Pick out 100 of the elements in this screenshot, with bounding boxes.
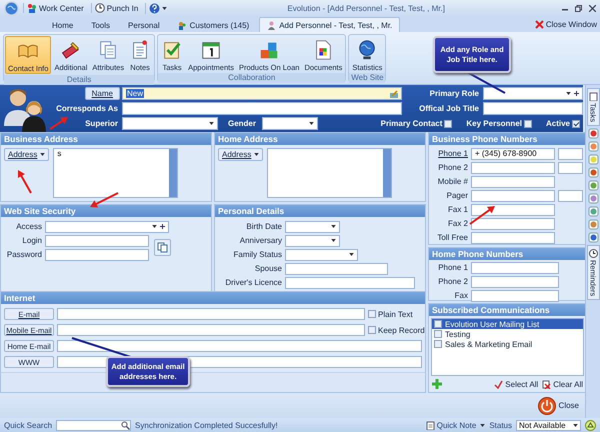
list-item[interactable]: Sales & Marketing Email [432, 339, 583, 349]
text-field[interactable] [45, 248, 149, 260]
phone-field[interactable] [471, 290, 559, 302]
extension-field[interactable] [558, 190, 583, 202]
address-type-dropdown[interactable]: Address [4, 148, 50, 161]
help-icon[interactable] [149, 2, 160, 14]
tool-icon[interactable] [588, 167, 598, 178]
search-icon [121, 420, 130, 430]
caret-icon [254, 153, 260, 156]
name-button[interactable]: Name [84, 87, 120, 100]
checkbox[interactable] [444, 120, 452, 128]
field-label: Fax 2 [446, 219, 468, 228]
tool-icon[interactable] [588, 180, 598, 192]
address-type-dropdown[interactable]: Address [218, 148, 264, 161]
phone-field[interactable] [471, 162, 555, 174]
status-dropdown[interactable]: Not Available [516, 420, 581, 430]
tab[interactable]: Personal [120, 17, 168, 32]
close-window-button[interactable]: Close Window [534, 20, 600, 28]
tool-icon[interactable] [588, 128, 598, 140]
tab[interactable]: Customers (145) [170, 17, 258, 32]
field-label: Birth Date [245, 222, 282, 231]
tool-icon[interactable] [588, 154, 598, 166]
caret-icon [162, 6, 168, 10]
date-field[interactable] [285, 234, 340, 246]
work-center-button[interactable]: Work Center [23, 3, 87, 13]
scrollbar[interactable] [169, 149, 178, 197]
text-field[interactable] [122, 102, 402, 115]
section-header: Subscribed Communications [429, 304, 585, 316]
dropdown[interactable] [262, 117, 318, 130]
tool-icon[interactable] [588, 232, 598, 244]
globe-icon[interactable] [4, 0, 19, 16]
add-icon[interactable] [432, 379, 442, 389]
text-field[interactable] [285, 276, 415, 288]
field-label: Toll Free [436, 233, 468, 242]
phone-field[interactable] [471, 190, 555, 202]
extension-field[interactable] [558, 162, 583, 174]
checkbox[interactable] [434, 340, 442, 348]
field-label: Spouse [254, 264, 282, 273]
caret-icon [480, 424, 486, 426]
extension-field[interactable] [558, 148, 583, 160]
search-field[interactable] [56, 420, 132, 430]
access-dropdown[interactable] [45, 220, 169, 232]
pages-icon [157, 242, 168, 253]
scrollbar[interactable] [383, 149, 392, 197]
notepad-icon [426, 420, 435, 430]
restore-icon[interactable] [575, 4, 582, 12]
field-label[interactable]: Phone 1 [432, 149, 468, 158]
phone-field[interactable] [471, 176, 555, 188]
field-label: Corresponds As [56, 104, 119, 113]
checkbox[interactable] [368, 326, 376, 334]
checkbox-label: Active [546, 119, 570, 128]
text-field[interactable] [57, 340, 422, 352]
name-field[interactable]: New [122, 87, 402, 100]
tab[interactable]: Home [44, 17, 82, 32]
checkbox[interactable] [368, 310, 376, 318]
checkbox[interactable] [524, 120, 532, 128]
close-icon[interactable] [589, 4, 596, 12]
tool-icon[interactable] [588, 206, 598, 218]
close-button[interactable]: Close [538, 396, 579, 414]
field-label: Anniversary [238, 236, 282, 245]
phone-field[interactable]: + (345) 678-8900 [471, 148, 555, 160]
tab[interactable]: Add Personnel - Test, Test, , Mr. [259, 17, 400, 32]
list-item[interactable]: Evolution User Mailing List [432, 319, 583, 329]
role-dropdown[interactable] [483, 87, 583, 100]
phone-field[interactable] [471, 276, 559, 288]
address-field[interactable]: s [53, 148, 178, 198]
phone-field[interactable] [471, 218, 555, 230]
phone-field[interactable] [471, 232, 555, 244]
field-label: Mobile # [436, 177, 468, 186]
edit-icon [390, 90, 398, 98]
annotation-arrow [90, 192, 118, 208]
text-field[interactable] [57, 324, 365, 336]
select-all-button[interactable]: Select All [494, 380, 538, 388]
dropdown[interactable] [122, 117, 218, 130]
tool-icon[interactable] [588, 141, 598, 152]
list-item[interactable]: Testing [432, 329, 583, 339]
person-icon [267, 20, 276, 30]
caret-icon [152, 225, 157, 228]
phone-field[interactable] [471, 262, 559, 274]
copy-button[interactable] [154, 239, 171, 256]
text-field[interactable] [285, 262, 388, 274]
dropdown[interactable] [285, 248, 358, 260]
checkbox[interactable] [434, 330, 442, 338]
field-label: Login [21, 236, 42, 245]
section-header: Home Phone Numbers [429, 248, 585, 260]
tool-icon[interactable] [588, 193, 598, 204]
text-field[interactable] [483, 102, 583, 115]
address-field[interactable] [267, 148, 392, 198]
plus-icon [160, 224, 165, 229]
text-field[interactable] [57, 308, 365, 320]
checkbox[interactable] [434, 320, 442, 328]
clear-all-button[interactable]: Clear All [542, 380, 583, 388]
quick-note-button[interactable]: Quick Note [426, 420, 476, 430]
text-field[interactable] [45, 234, 149, 246]
tool-icon[interactable] [588, 219, 598, 230]
checkbox[interactable] [572, 120, 580, 128]
tab[interactable]: Tools [83, 17, 118, 32]
phone-field[interactable] [471, 204, 555, 216]
date-field[interactable] [285, 220, 340, 232]
punch-in-button[interactable]: Punch In [90, 3, 142, 13]
